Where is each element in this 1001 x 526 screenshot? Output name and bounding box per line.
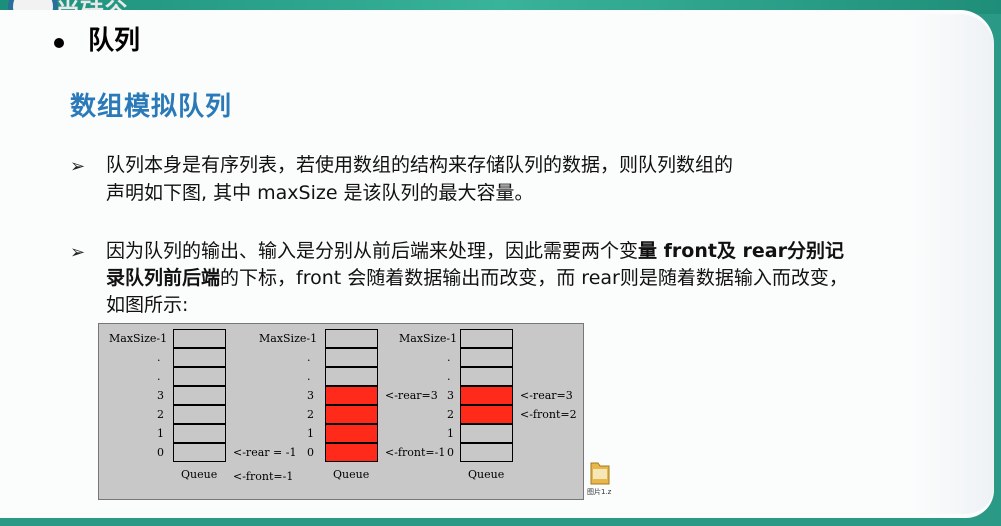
point-2-line-2-bold: 录队列前后端 <box>106 267 221 289</box>
row-label: 0 <box>447 446 454 459</box>
row-label: 1 <box>307 427 314 440</box>
queue-cell <box>173 386 226 405</box>
slide-subtitle: 数组模拟队列 <box>70 92 233 122</box>
row-label: 2 <box>307 408 314 421</box>
slide-edge-shade <box>914 14 994 514</box>
queue-cell <box>460 443 513 462</box>
queue-cell <box>325 329 378 348</box>
row-label: . <box>307 351 311 364</box>
queue-diagram: MaxSize-1.. 3 2 1 0 Queue <-rear = -1 <-front=-… <box>98 323 584 500</box>
queue-cell <box>325 405 378 424</box>
queue-cell <box>460 405 513 424</box>
row-label: 3 <box>447 389 454 402</box>
row-label: 1 <box>447 427 454 440</box>
queue-cell <box>460 367 513 386</box>
point-2-line-2: 录队列前后端的下标，front 会随着数据输出而改变，而 rear则是随着数据输… <box>106 266 848 291</box>
queue-cell <box>325 386 378 405</box>
queue-cell <box>173 424 226 443</box>
queue-label: Queue <box>468 468 505 481</box>
row-label: . <box>307 370 311 383</box>
image-file-icon[interactable] <box>590 460 610 486</box>
row-label: 1 <box>157 427 164 440</box>
queue-cell <box>325 443 378 462</box>
queue-cell <box>460 424 513 443</box>
point-2-line-1-bold: 量 front及 rear分别记 <box>638 240 844 262</box>
queue-cell <box>325 348 378 367</box>
arrow-bullet-icon: ➢ <box>70 242 86 263</box>
queue-cell <box>173 348 226 367</box>
title-bullet-icon <box>54 38 64 48</box>
queue-cell <box>173 367 226 386</box>
row-label: 2 <box>447 408 454 421</box>
queue-cell <box>325 424 378 443</box>
queue-cell <box>173 329 226 348</box>
queue-cell <box>460 386 513 405</box>
row-label: 0 <box>307 446 314 459</box>
row-label: 0 <box>157 446 164 459</box>
front-annotation: <-front=-1 <box>385 446 446 459</box>
row-label: MaxSize-1 <box>259 332 318 345</box>
queue-label: Queue <box>333 468 370 481</box>
front-annotation: <-front=2 <box>520 408 577 421</box>
point-2-line-3: 如图所示: <box>106 294 189 316</box>
slide-title: 队列 <box>88 26 141 56</box>
row-label: . <box>447 370 451 383</box>
row-label: . <box>447 351 451 364</box>
rear-annotation: <-rear = -1 <box>233 446 297 459</box>
queue-label: Queue <box>181 468 218 481</box>
file-label: 图片1.z <box>587 488 612 496</box>
point-1-line-2: 声明如下图, 其中 maxSize 是该队列的最大容量。 <box>106 182 534 204</box>
front-annotation: <-front=-1 <box>233 470 294 483</box>
point-2-line-2-normal: 的下标，front 会随着数据输出而改变，而 rear则是随着数据输入而改变， <box>220 267 848 289</box>
row-label: . <box>157 351 161 364</box>
queue-cell <box>173 443 226 462</box>
arrow-bullet-icon: ➢ <box>70 156 86 177</box>
point-2-line-1-normal: 因为队列的输出、输入是分别从前后端来处理，因此需要两个变 <box>106 240 639 262</box>
row-label: 2 <box>157 408 164 421</box>
queue-cell <box>460 329 513 348</box>
point-1-line-1: 队列本身是有序列表，若使用数组的结构来存储队列的数据，则队列数组的 <box>106 154 734 176</box>
row-label: MaxSize-1 <box>399 332 458 345</box>
row-label: MaxSize-1 <box>109 332 168 345</box>
point-2-line-1: 因为队列的输出、输入是分别从前后端来处理，因此需要两个变量 front及 rea… <box>106 239 844 264</box>
row-label: 3 <box>307 389 314 402</box>
queue-cell <box>460 348 513 367</box>
queue-cell <box>173 405 226 424</box>
rear-annotation: <-rear=3 <box>520 389 573 402</box>
row-label: . <box>157 370 161 383</box>
row-label: 3 <box>157 389 164 402</box>
rear-annotation: <-rear=3 <box>385 389 438 402</box>
queue-cell <box>325 367 378 386</box>
